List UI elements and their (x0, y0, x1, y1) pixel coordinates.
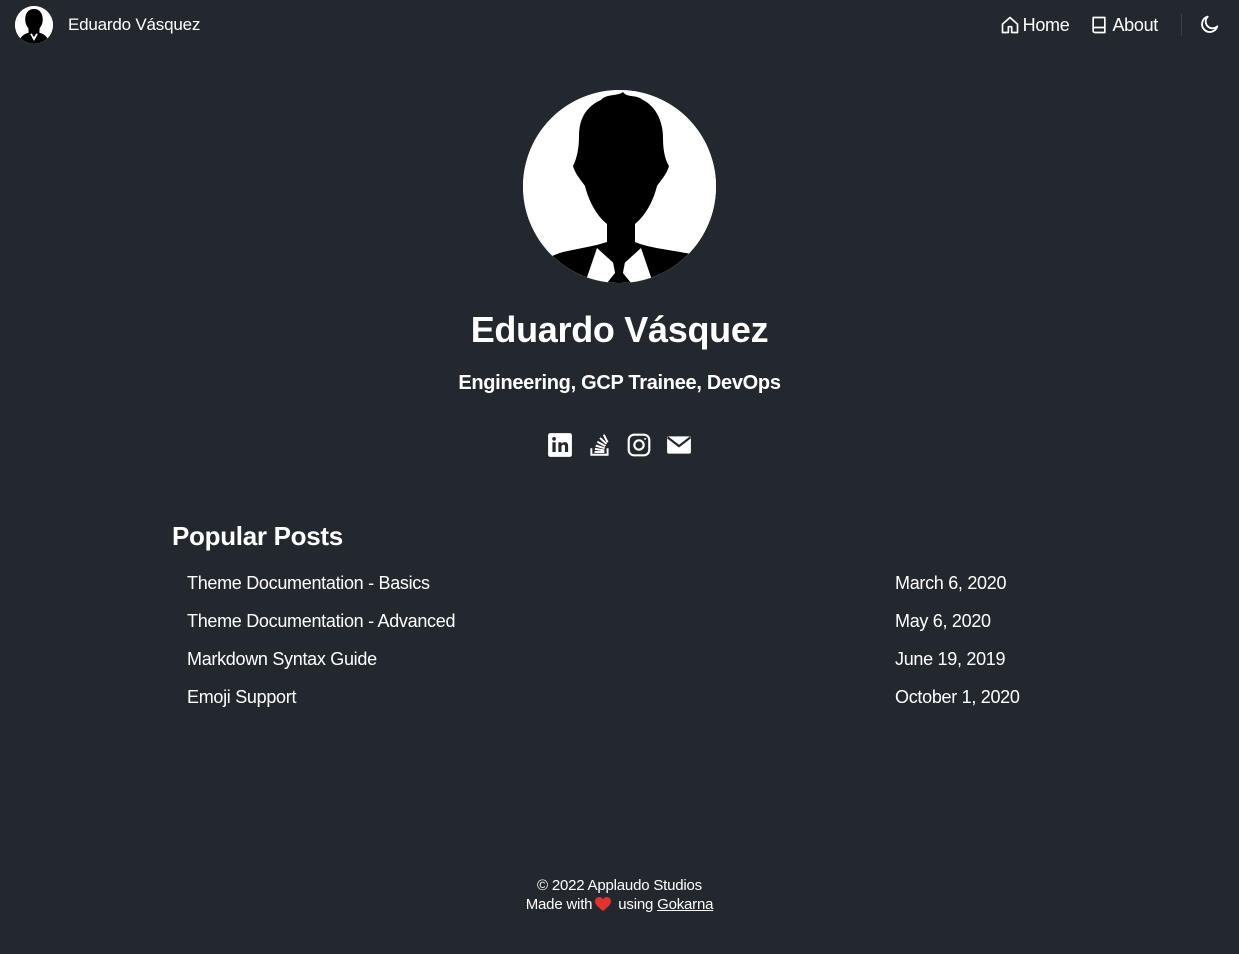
email-link[interactable] (665, 433, 693, 461)
popular-posts-list: Theme Documentation - Basics March 6, 20… (187, 570, 1057, 722)
nav-about-label: About (1112, 14, 1158, 35)
post-link[interactable]: Theme Documentation - Advanced (187, 611, 455, 632)
post-date: October 1, 2020 (895, 687, 1020, 707)
linkedin-link[interactable] (546, 432, 574, 463)
instagram-icon (626, 432, 652, 463)
linkedin-icon (547, 432, 573, 463)
book-icon (1089, 15, 1109, 35)
post-link[interactable]: Theme Documentation - Basics (187, 573, 430, 594)
theme-toggle-button[interactable] (1199, 13, 1221, 35)
list-item: Theme Documentation - Advanced May 6, 20… (187, 608, 1057, 646)
list-item: Emoji Support October 1, 2020 (187, 684, 1057, 722)
post-date: March 6, 2020 (895, 573, 1007, 593)
made-with-text: Made with (525, 896, 593, 913)
brand-name: Eduardo Vásquez (68, 15, 201, 34)
nav-home-link[interactable]: Home (1000, 15, 1070, 36)
nav-divider (1181, 14, 1182, 36)
nav-about-link[interactable]: About (1089, 15, 1158, 36)
list-item: Theme Documentation - Basics March 6, 20… (187, 570, 1057, 608)
post-link[interactable]: Emoji Support (187, 687, 296, 708)
list-item: Markdown Syntax Guide June 19, 2019 (187, 646, 1057, 684)
avatar (15, 6, 53, 44)
nav-home-label: Home (1022, 14, 1070, 35)
heart-icon (595, 897, 612, 911)
main-nav: Home About (980, 12, 1158, 38)
gokarna-link[interactable]: Gokarna (657, 896, 713, 913)
made-with-line: Made with using Gokarna (0, 895, 1239, 914)
site-footer: © 2022 Applaudo Studios Made with using … (0, 876, 1239, 914)
post-date: June 19, 2019 (895, 649, 1006, 669)
profile-tagline: Engineering, GCP Trainee, DevOps (458, 372, 781, 394)
using-text: using (618, 896, 654, 913)
social-links (546, 432, 704, 463)
post-date: May 6, 2020 (895, 611, 991, 631)
site-header: Eduardo Vásquez Home About (0, 0, 1239, 50)
stackoverflow-icon (587, 432, 613, 463)
copyright-text: © 2022 Applaudo Studios (537, 877, 702, 894)
profile-avatar (523, 90, 716, 283)
instagram-link[interactable] (625, 433, 653, 461)
post-link[interactable]: Markdown Syntax Guide (187, 649, 377, 670)
popular-posts-heading: Popular Posts (172, 521, 343, 551)
mail-icon (666, 432, 692, 463)
stackoverflow-link[interactable] (586, 433, 614, 461)
profile-name: Eduardo Vásquez (470, 309, 769, 350)
home-icon (1000, 15, 1020, 35)
moon-icon (1199, 15, 1221, 39)
brand-link[interactable]: Eduardo Vásquez (15, 5, 200, 45)
